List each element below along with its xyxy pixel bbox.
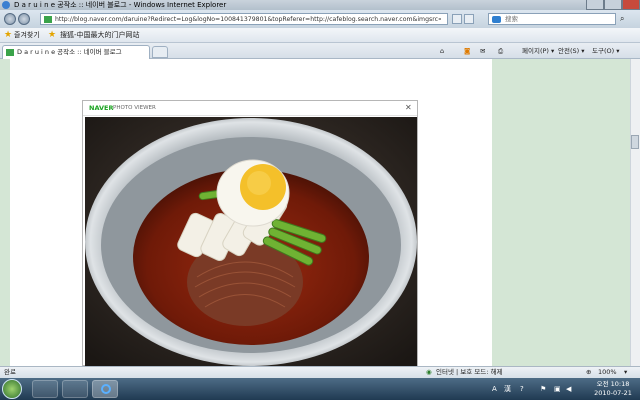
feeds-icon[interactable]: ◙ [464, 43, 470, 59]
internet-explorer-taskbar-icon[interactable] [92, 380, 118, 398]
search-input[interactable]: 搜索 [488, 13, 616, 25]
clock-time: 오전 10:18 [596, 380, 630, 388]
photo-viewer: NAVER PHOTO VIEWER ✕ [82, 100, 418, 367]
ie-logo-icon [101, 384, 111, 394]
refresh-icon[interactable] [452, 14, 462, 24]
minimize-button[interactable] [586, 0, 604, 10]
clock[interactable]: 오전 10:18 2010-07-21 [588, 380, 638, 398]
tab-current[interactable]: D a r u i n e 공작소 :: 네이버 블로그 [2, 45, 150, 59]
print-icon[interactable]: ⎙ [498, 43, 503, 59]
add-favorite-icon[interactable]: ★ [48, 28, 56, 43]
network-icon[interactable]: ▣ [554, 383, 561, 395]
taskbar: A 漢 ? ⚑ ▣ ◀ 오전 10:18 2010-07-21 [0, 378, 640, 400]
tab-label: D a r u i n e 공작소 :: 네이버 블로그 [17, 48, 122, 56]
right-pane [492, 59, 630, 366]
zoom-menu-icon[interactable]: ▾ [624, 367, 627, 378]
explorer-folder-icon[interactable] [32, 380, 58, 398]
stop-icon[interactable] [464, 14, 474, 24]
favorites-bar: ★ 즐겨찾기 ★ 搜狐-中国最大的门户网站 [0, 28, 640, 43]
window-title: D a r u i n e 공작소 :: 네이버 블로그 - Windows I… [14, 1, 227, 9]
flag-icon[interactable]: ⚑ [540, 383, 546, 395]
close-window-button[interactable] [622, 0, 640, 10]
search-go-icon[interactable]: ⌕ [620, 14, 632, 24]
naver-logo: NAVER [89, 104, 114, 112]
volume-icon[interactable]: ◀ [566, 383, 571, 395]
tab-favicon [6, 49, 14, 56]
zoom-icon[interactable]: ⊕ [586, 367, 591, 378]
close-icon[interactable]: ✕ [405, 101, 412, 115]
address-input[interactable]: http://blog.naver.com/daruine?Redirect=L… [40, 13, 448, 25]
tab-bar: D a r u i n e 공작소 :: 네이버 블로그 ⌂ ◙ ✉ ⎙ 페이지… [0, 43, 640, 59]
vertical-scrollbar[interactable] [630, 59, 640, 366]
page-menu[interactable]: 페이지(P) ▾ [522, 43, 554, 59]
help-icon[interactable]: ? [520, 383, 524, 395]
scrollbar-thumb[interactable] [631, 135, 639, 149]
food-photo[interactable] [85, 117, 417, 367]
address-url: http://blog.naver.com/daruine?Redirect=L… [55, 16, 441, 23]
safety-menu[interactable]: 안전(S) ▾ [558, 43, 585, 59]
start-button[interactable] [2, 379, 22, 399]
new-tab-button[interactable] [152, 46, 168, 58]
language-indicator[interactable]: A [492, 383, 497, 395]
search-placeholder: 搜索 [505, 15, 518, 23]
back-icon[interactable] [4, 13, 16, 25]
photo-viewer-header: NAVER PHOTO VIEWER ✕ [83, 101, 417, 116]
status-text: 완료 [4, 368, 16, 376]
forward-icon[interactable] [18, 13, 30, 25]
globe-icon: ◉ [426, 368, 432, 376]
favorites-star-icon[interactable]: ★ [4, 28, 12, 43]
favorite-link-sohu[interactable]: 搜狐-中国最大的门户网站 [60, 28, 140, 43]
ie-icon [2, 1, 10, 9]
favorites-label[interactable]: 즐겨찾기 [14, 28, 40, 43]
title-bar: D a r u i n e 공작소 :: 네이버 블로그 - Windows I… [0, 0, 640, 10]
search-engine-icon [492, 16, 501, 23]
page-icon [44, 16, 52, 23]
tools-menu[interactable]: 도구(O) ▾ [592, 43, 619, 59]
zoom-level[interactable]: 100% [598, 367, 617, 378]
photo-viewer-title: PHOTO VIEWER [113, 105, 156, 111]
status-bar: 완료 ◉ 인터넷 | 보호 모드: 해제 ⊕ 100% ▾ [0, 366, 640, 378]
messenger-icon[interactable] [62, 380, 88, 398]
security-zone[interactable]: 인터넷 | 보호 모드: 해제 [436, 367, 502, 378]
read-mail-icon[interactable]: ✉ [480, 43, 485, 59]
home-icon[interactable]: ⌂ [440, 43, 444, 59]
navigation-bar: http://blog.naver.com/daruine?Redirect=L… [0, 10, 640, 28]
ime-indicator[interactable]: 漢 [504, 383, 511, 395]
maximize-button[interactable] [604, 0, 622, 10]
noodle-bowl-image [85, 117, 417, 367]
left-margin [0, 59, 10, 366]
clock-date: 2010-07-21 [594, 389, 632, 397]
